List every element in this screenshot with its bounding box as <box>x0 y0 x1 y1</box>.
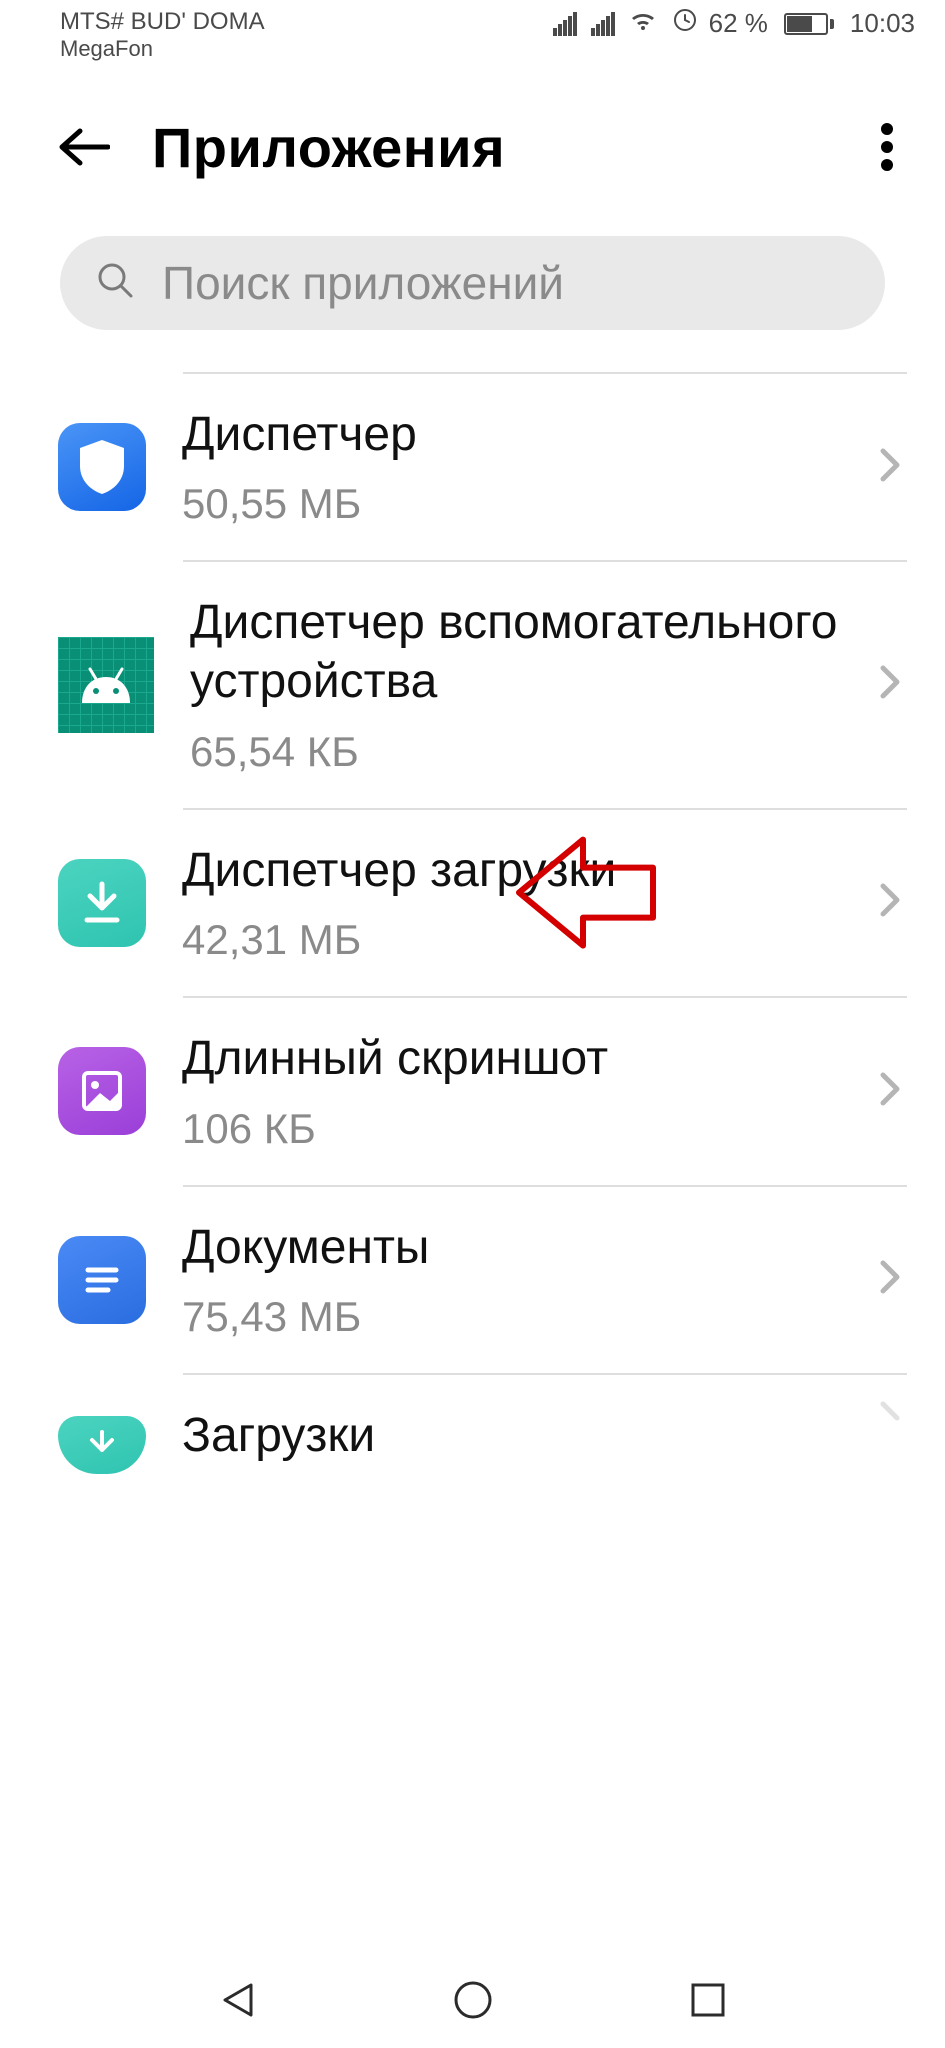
chevron-right-icon <box>879 664 907 705</box>
data-saver-icon <box>673 8 697 39</box>
app-name: Диспетчер загрузки <box>182 842 843 901</box>
app-row-download-manager[interactable]: Диспетчер загрузки 42,31 МБ <box>58 810 907 997</box>
status-carriers: MTS# BUD' DOMA MegaFon <box>60 8 265 61</box>
back-button[interactable] <box>56 119 112 175</box>
signal-icon-2 <box>591 12 615 36</box>
download-icon <box>77 878 127 928</box>
chevron-right-icon <box>879 447 907 488</box>
status-right: 62 % 10:03 <box>553 8 915 39</box>
nav-recent-button[interactable] <box>678 1970 738 2030</box>
app-icon-android <box>58 637 154 733</box>
app-icon-download <box>58 859 146 947</box>
search-icon <box>96 261 134 304</box>
app-list[interactable]: Диспетчер 50,55 МБ Диспетчер вспомогател… <box>0 372 945 1466</box>
nav-back-button[interactable] <box>208 1970 268 2030</box>
chevron-right-icon <box>879 1071 907 1112</box>
app-row-body: Диспетчер загрузки 42,31 МБ <box>182 810 843 997</box>
app-size: 75,43 МБ <box>182 1293 843 1341</box>
carrier-primary: MTS# BUD' DOMA <box>60 8 265 36</box>
search-container: Поиск приложений <box>0 206 945 372</box>
app-row-documents[interactable]: Документы 75,43 МБ <box>58 1187 907 1374</box>
app-header: Приложения <box>0 61 945 206</box>
search-input[interactable]: Поиск приложений <box>60 236 885 330</box>
app-row-body: Загрузки <box>182 1375 843 1466</box>
app-row-body: Длинный скриншот 106 КБ <box>182 998 843 1185</box>
app-row-body: Диспетчер 50,55 МБ <box>182 374 843 561</box>
status-time: 10:03 <box>850 8 915 39</box>
app-row-body: Диспетчер вспомогательного устройства 65… <box>190 562 843 807</box>
app-row-downloads[interactable]: Загрузки <box>58 1375 907 1466</box>
android-icon <box>74 667 138 703</box>
app-icon-docs <box>58 1236 146 1324</box>
app-size: 50,55 МБ <box>182 480 843 528</box>
signal-icon-1 <box>553 12 577 36</box>
chevron-right-icon <box>879 1400 907 1441</box>
app-size: 42,31 МБ <box>182 916 843 964</box>
system-nav-bar <box>0 1956 945 2048</box>
app-name: Документы <box>182 1219 843 1278</box>
app-row-dispetcher[interactable]: Диспетчер 50,55 МБ <box>58 374 907 561</box>
image-icon <box>78 1067 126 1115</box>
carrier-secondary: MegaFon <box>60 36 265 61</box>
app-size: 106 КБ <box>182 1105 843 1153</box>
download-icon <box>80 1430 124 1460</box>
wifi-icon <box>629 8 657 39</box>
overflow-menu-button[interactable] <box>863 123 911 171</box>
status-bar: MTS# BUD' DOMA MegaFon 62 % 10:03 <box>0 0 945 61</box>
app-row-companion-device[interactable]: Диспетчер вспомогательного устройства 65… <box>58 562 907 807</box>
app-row-body: Документы 75,43 МБ <box>182 1187 843 1374</box>
document-lines-icon <box>80 1258 124 1302</box>
circle-home-icon <box>452 1979 494 2021</box>
chevron-right-icon <box>879 882 907 923</box>
more-vert-icon <box>880 122 894 172</box>
square-recent-icon <box>689 1981 727 2019</box>
shield-icon <box>76 438 128 496</box>
app-name: Загрузки <box>182 1407 843 1466</box>
page-title: Приложения <box>152 115 823 180</box>
battery-percent: 62 % <box>709 8 768 39</box>
search-placeholder: Поиск приложений <box>162 256 564 310</box>
battery-icon <box>784 13 834 35</box>
app-size: 65,54 КБ <box>190 728 843 776</box>
app-name: Длинный скриншот <box>182 1030 843 1089</box>
app-icon-downloads <box>58 1416 146 1474</box>
app-name: Диспетчер вспомогательного устройства <box>190 594 843 711</box>
back-arrow-icon <box>58 127 110 167</box>
nav-home-button[interactable] <box>443 1970 503 2030</box>
app-icon-screenshot <box>58 1047 146 1135</box>
app-name: Диспетчер <box>182 406 843 465</box>
chevron-right-icon <box>879 1259 907 1300</box>
app-row-long-screenshot[interactable]: Длинный скриншот 106 КБ <box>58 998 907 1185</box>
app-icon-shield <box>58 423 146 511</box>
triangle-back-icon <box>217 1979 259 2021</box>
